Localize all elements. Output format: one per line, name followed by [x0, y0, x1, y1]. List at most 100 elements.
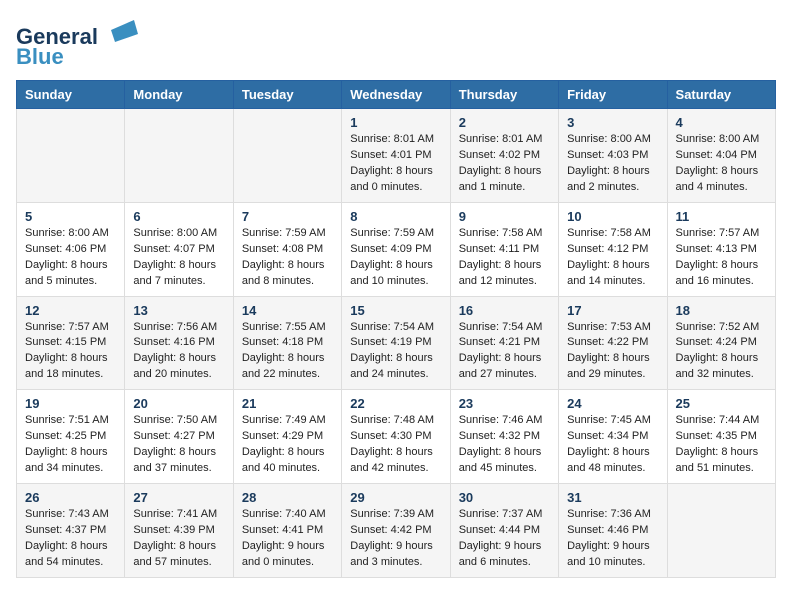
daylight-line: and 3 minutes.: [350, 555, 441, 571]
cell-daylight-info: Sunrise: 7:37 AMSunset: 4:44 PMDaylight:…: [459, 507, 550, 571]
daylight-line: and 32 minutes.: [676, 367, 767, 383]
logo: General Blue: [16, 16, 146, 68]
daylight-line: Sunrise: 8:00 AM: [133, 226, 224, 242]
calendar-cell: 11Sunrise: 7:57 AMSunset: 4:13 PMDayligh…: [667, 202, 775, 296]
weekday-label: Tuesday: [233, 81, 341, 109]
daylight-line: Sunrise: 7:59 AM: [242, 226, 333, 242]
daylight-line: Daylight: 8 hours: [242, 258, 333, 274]
cell-daylight-info: Sunrise: 8:00 AMSunset: 4:07 PMDaylight:…: [133, 226, 224, 290]
daylight-line: Daylight: 8 hours: [459, 445, 550, 461]
daylight-line: Daylight: 8 hours: [350, 258, 441, 274]
daylight-line: and 57 minutes.: [133, 555, 224, 571]
daylight-line: Daylight: 8 hours: [676, 351, 767, 367]
daylight-line: and 48 minutes.: [567, 461, 658, 477]
daylight-line: and 40 minutes.: [242, 461, 333, 477]
cell-daylight-info: Sunrise: 7:43 AMSunset: 4:37 PMDaylight:…: [25, 507, 116, 571]
daylight-line: Sunrise: 7:48 AM: [350, 413, 441, 429]
daylight-line: Daylight: 8 hours: [133, 351, 224, 367]
day-number: 28: [242, 490, 333, 505]
daylight-line: and 34 minutes.: [25, 461, 116, 477]
daylight-line: Daylight: 8 hours: [350, 445, 441, 461]
daylight-line: and 10 minutes.: [567, 555, 658, 571]
calendar-week-row: 19Sunrise: 7:51 AMSunset: 4:25 PMDayligh…: [17, 390, 776, 484]
calendar-cell: 4Sunrise: 8:00 AMSunset: 4:04 PMDaylight…: [667, 109, 775, 203]
calendar-cell: 6 Sunrise: 8:00 AMSunset: 4:07 PMDaylight…: [125, 202, 233, 296]
calendar-cell: 9Sunrise: 7:58 AMSunset: 4:11 PMDaylight…: [450, 202, 558, 296]
cell-daylight-info: Sunrise: 7:59 AMSunset: 4:09 PMDaylight:…: [350, 226, 441, 290]
day-number: 31: [567, 490, 658, 505]
daylight-line: Sunset: 4:44 PM: [459, 523, 550, 539]
day-number: 6: [133, 209, 224, 224]
daylight-line: Sunrise: 7:59 AM: [350, 226, 441, 242]
weekday-label: Friday: [559, 81, 667, 109]
day-number: 21: [242, 396, 333, 411]
day-number: 24: [567, 396, 658, 411]
daylight-line: Sunrise: 8:01 AM: [350, 132, 441, 148]
calendar-cell: 16Sunrise: 7:54 AMSunset: 4:21 PMDayligh…: [450, 296, 558, 390]
daylight-line: and 37 minutes.: [133, 461, 224, 477]
daylight-line: Daylight: 8 hours: [133, 258, 224, 274]
calendar-cell: 20 Sunrise: 7:50 AMSunset: 4:27 PMDayligh…: [125, 390, 233, 484]
calendar-cell: 21 Sunrise: 7:49 AMSunset: 4:29 PMDayligh…: [233, 390, 341, 484]
calendar-cell: 19Sunrise: 7:51 AMSunset: 4:25 PMDayligh…: [17, 390, 125, 484]
daylight-line: Daylight: 9 hours: [242, 539, 333, 555]
daylight-line: Sunrise: 7:44 AM: [676, 413, 767, 429]
day-number: 9: [459, 209, 550, 224]
calendar-cell: [667, 484, 775, 578]
daylight-line: Sunset: 4:15 PM: [25, 335, 116, 351]
cell-daylight-info: Sunrise: 7:54 AMSunset: 4:19 PMDaylight:…: [350, 320, 441, 384]
cell-daylight-info: Sunrise: 7:50 AMSunset: 4:27 PMDaylight:…: [133, 413, 224, 477]
daylight-line: Sunset: 4:16 PM: [133, 335, 224, 351]
daylight-line: Daylight: 8 hours: [133, 539, 224, 555]
daylight-line: Sunrise: 8:00 AM: [676, 132, 767, 148]
day-number: 20: [133, 396, 224, 411]
calendar-cell: 18Sunrise: 7:52 AMSunset: 4:24 PMDayligh…: [667, 296, 775, 390]
daylight-line: and 24 minutes.: [350, 367, 441, 383]
day-number: 8: [350, 209, 441, 224]
daylight-line: Sunrise: 7:54 AM: [459, 320, 550, 336]
daylight-line: Sunrise: 7:39 AM: [350, 507, 441, 523]
daylight-line: Sunset: 4:11 PM: [459, 242, 550, 258]
daylight-line: Sunrise: 7:43 AM: [25, 507, 116, 523]
daylight-line: Daylight: 8 hours: [459, 164, 550, 180]
calendar-cell: 12Sunrise: 7:57 AMSunset: 4:15 PMDayligh…: [17, 296, 125, 390]
day-number: 12: [25, 303, 116, 318]
daylight-line: Daylight: 8 hours: [350, 351, 441, 367]
cell-daylight-info: Sunrise: 7:56 AMSunset: 4:16 PMDaylight:…: [133, 320, 224, 384]
daylight-line: Sunrise: 7:54 AM: [350, 320, 441, 336]
daylight-line: Daylight: 8 hours: [459, 258, 550, 274]
daylight-line: Sunset: 4:32 PM: [459, 429, 550, 445]
daylight-line: Daylight: 8 hours: [567, 164, 658, 180]
daylight-line: Sunrise: 7:56 AM: [133, 320, 224, 336]
logo-icon: General Blue: [16, 16, 146, 68]
daylight-line: and 27 minutes.: [459, 367, 550, 383]
daylight-line: Sunset: 4:29 PM: [242, 429, 333, 445]
weekday-label: Thursday: [450, 81, 558, 109]
cell-daylight-info: Sunrise: 8:01 AMSunset: 4:01 PMDaylight:…: [350, 132, 441, 196]
day-number: 3: [567, 115, 658, 130]
day-number: 15: [350, 303, 441, 318]
daylight-line: and 18 minutes.: [25, 367, 116, 383]
daylight-line: Sunrise: 8:01 AM: [459, 132, 550, 148]
daylight-line: and 20 minutes.: [133, 367, 224, 383]
daylight-line: Sunset: 4:04 PM: [676, 148, 767, 164]
day-number: 27: [133, 490, 224, 505]
daylight-line: and 0 minutes.: [242, 555, 333, 571]
daylight-line: Sunset: 4:37 PM: [25, 523, 116, 539]
weekday-label: Wednesday: [342, 81, 450, 109]
calendar-cell: [17, 109, 125, 203]
cell-daylight-info: Sunrise: 7:46 AMSunset: 4:32 PMDaylight:…: [459, 413, 550, 477]
daylight-line: Daylight: 8 hours: [25, 539, 116, 555]
calendar-cell: 7Sunrise: 7:59 AMSunset: 4:08 PMDaylight…: [233, 202, 341, 296]
daylight-line: Sunrise: 7:37 AM: [459, 507, 550, 523]
calendar-body: 1Sunrise: 8:01 AMSunset: 4:01 PMDaylight…: [17, 109, 776, 578]
cell-daylight-info: Sunrise: 7:41 AMSunset: 4:39 PMDaylight:…: [133, 507, 224, 571]
cell-daylight-info: Sunrise: 8:00 AMSunset: 4:03 PMDaylight:…: [567, 132, 658, 196]
day-number: 16: [459, 303, 550, 318]
daylight-line: Sunrise: 7:51 AM: [25, 413, 116, 429]
cell-daylight-info: Sunrise: 7:55 AMSunset: 4:18 PMDaylight:…: [242, 320, 333, 384]
calendar-cell: 2Sunrise: 8:01 AMSunset: 4:02 PMDaylight…: [450, 109, 558, 203]
daylight-line: Sunset: 4:30 PM: [350, 429, 441, 445]
daylight-line: Daylight: 8 hours: [242, 351, 333, 367]
cell-daylight-info: Sunrise: 7:49 AMSunset: 4:29 PMDaylight:…: [242, 413, 333, 477]
